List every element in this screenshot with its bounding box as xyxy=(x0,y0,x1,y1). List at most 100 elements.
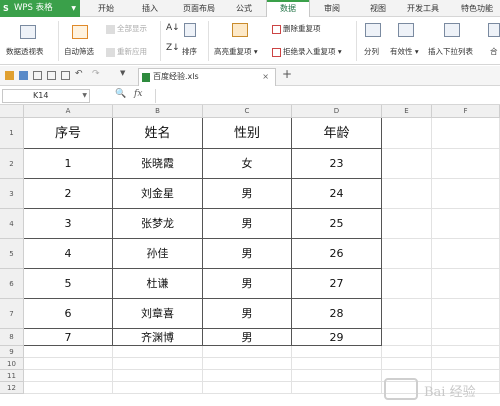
menu-page-layout[interactable]: 页面布局 xyxy=(176,0,222,17)
row-header-6[interactable]: 6 xyxy=(0,269,24,299)
validity-button[interactable]: 有效性 ▾ xyxy=(390,46,419,57)
empty-cell[interactable] xyxy=(382,358,432,370)
empty-cell[interactable] xyxy=(113,346,203,358)
menu-formula[interactable]: 公式 xyxy=(230,0,258,17)
formula-input[interactable] xyxy=(155,89,498,103)
row-header-12[interactable]: 12 xyxy=(0,382,24,394)
row-header-4[interactable]: 4 xyxy=(0,209,24,239)
table-header-cell[interactable]: 性别 xyxy=(203,118,292,149)
export-icon[interactable] xyxy=(33,71,42,80)
table-cell[interactable]: 1 xyxy=(24,149,113,179)
reapply-button[interactable]: 重新应用 xyxy=(106,46,147,57)
open-icon[interactable] xyxy=(5,71,14,80)
sort-az-icon[interactable]: A↓ xyxy=(166,23,180,33)
empty-cell[interactable] xyxy=(24,346,113,358)
empty-cell[interactable] xyxy=(382,149,432,179)
empty-cell[interactable] xyxy=(432,346,500,358)
row-header-9[interactable]: 9 xyxy=(0,346,24,358)
table-cell[interactable]: 26 xyxy=(292,239,382,269)
empty-cell[interactable] xyxy=(292,358,382,370)
empty-cell[interactable] xyxy=(432,118,500,149)
empty-cell[interactable] xyxy=(432,179,500,209)
column-header-b[interactable]: B xyxy=(113,105,203,118)
column-header-f[interactable]: F xyxy=(432,105,500,118)
empty-cell[interactable] xyxy=(382,209,432,239)
empty-cell[interactable] xyxy=(432,329,500,346)
table-cell[interactable]: 男 xyxy=(203,299,292,329)
empty-cell[interactable] xyxy=(382,299,432,329)
empty-cell[interactable] xyxy=(292,382,382,394)
table-cell[interactable]: 男 xyxy=(203,209,292,239)
table-cell[interactable]: 29 xyxy=(292,329,382,346)
print-preview-icon[interactable] xyxy=(61,71,70,80)
table-cell[interactable]: 张晓霞 xyxy=(113,149,203,179)
empty-cell[interactable] xyxy=(432,239,500,269)
empty-cell[interactable] xyxy=(382,179,432,209)
column-header-d[interactable]: D xyxy=(292,105,382,118)
menu-data[interactable]: 数据 xyxy=(266,0,310,18)
empty-cell[interactable] xyxy=(113,382,203,394)
empty-cell[interactable] xyxy=(382,239,432,269)
app-menu-button[interactable]: S WPS 表格 ▼ xyxy=(0,0,80,17)
pivot-table-button[interactable]: 数据透视表 xyxy=(6,46,44,57)
table-header-cell[interactable]: 姓名 xyxy=(113,118,203,149)
undo-icon[interactable]: ↶ xyxy=(75,69,84,79)
table-cell[interactable]: 孙佳 xyxy=(113,239,203,269)
table-cell[interactable]: 男 xyxy=(203,179,292,209)
table-cell[interactable]: 6 xyxy=(24,299,113,329)
table-header-cell[interactable]: 序号 xyxy=(24,118,113,149)
column-header-c[interactable]: C xyxy=(203,105,292,118)
table-cell[interactable]: 男 xyxy=(203,239,292,269)
row-header-10[interactable]: 10 xyxy=(0,358,24,370)
customize-dropdown-icon[interactable]: ▼ xyxy=(120,69,129,78)
print-icon[interactable] xyxy=(47,71,56,80)
show-all-button[interactable]: 全部显示 xyxy=(106,23,147,34)
redo-icon[interactable]: ↷ xyxy=(92,69,101,79)
empty-cell[interactable] xyxy=(292,346,382,358)
empty-cell[interactable] xyxy=(292,370,382,382)
zoom-icon[interactable]: 🔍 xyxy=(115,89,126,99)
table-cell[interactable]: 7 xyxy=(24,329,113,346)
empty-cell[interactable] xyxy=(203,358,292,370)
table-cell[interactable]: 刘金星 xyxy=(113,179,203,209)
empty-cell[interactable] xyxy=(432,209,500,239)
column-header-e[interactable]: E xyxy=(382,105,432,118)
row-header-8[interactable]: 8 xyxy=(0,329,24,346)
merge-button[interactable]: 合 xyxy=(490,46,498,57)
menu-developer[interactable]: 开发工具 xyxy=(400,0,446,17)
table-cell[interactable]: 3 xyxy=(24,209,113,239)
empty-cell[interactable] xyxy=(382,346,432,358)
empty-cell[interactable] xyxy=(432,149,500,179)
table-cell[interactable]: 28 xyxy=(292,299,382,329)
row-header-5[interactable]: 5 xyxy=(0,239,24,269)
function-icon[interactable]: fx xyxy=(134,89,142,99)
table-cell[interactable]: 2 xyxy=(24,179,113,209)
empty-cell[interactable] xyxy=(24,382,113,394)
new-tab-icon[interactable]: + xyxy=(282,67,292,81)
table-cell[interactable]: 25 xyxy=(292,209,382,239)
empty-cell[interactable] xyxy=(24,358,113,370)
delete-duplicates-button[interactable]: 删除重复项 xyxy=(272,23,321,34)
select-all-corner[interactable] xyxy=(0,105,24,118)
table-cell[interactable]: 男 xyxy=(203,269,292,299)
menu-insert[interactable]: 插入 xyxy=(136,0,164,17)
menu-view[interactable]: 视图 xyxy=(364,0,392,17)
table-cell[interactable]: 齐渊博 xyxy=(113,329,203,346)
menu-special[interactable]: 特色功能 xyxy=(454,0,500,17)
table-cell[interactable]: 杜谦 xyxy=(113,269,203,299)
column-header-a[interactable]: A xyxy=(24,105,113,118)
table-cell[interactable]: 23 xyxy=(292,149,382,179)
autofilter-button[interactable]: 自动筛选 xyxy=(64,46,94,57)
table-cell[interactable]: 男 xyxy=(203,329,292,346)
table-cell[interactable]: 27 xyxy=(292,269,382,299)
empty-cell[interactable] xyxy=(203,382,292,394)
save-icon[interactable] xyxy=(19,71,28,80)
empty-cell[interactable] xyxy=(432,269,500,299)
empty-cell[interactable] xyxy=(203,346,292,358)
table-cell[interactable]: 女 xyxy=(203,149,292,179)
table-cell[interactable]: 24 xyxy=(292,179,382,209)
highlight-duplicates-button[interactable]: 高亮重复项 ▾ xyxy=(214,46,258,57)
insert-dropdown-button[interactable]: 插入下拉列表 xyxy=(428,46,473,57)
sort-button[interactable]: 排序 xyxy=(182,46,197,57)
empty-cell[interactable] xyxy=(432,299,500,329)
